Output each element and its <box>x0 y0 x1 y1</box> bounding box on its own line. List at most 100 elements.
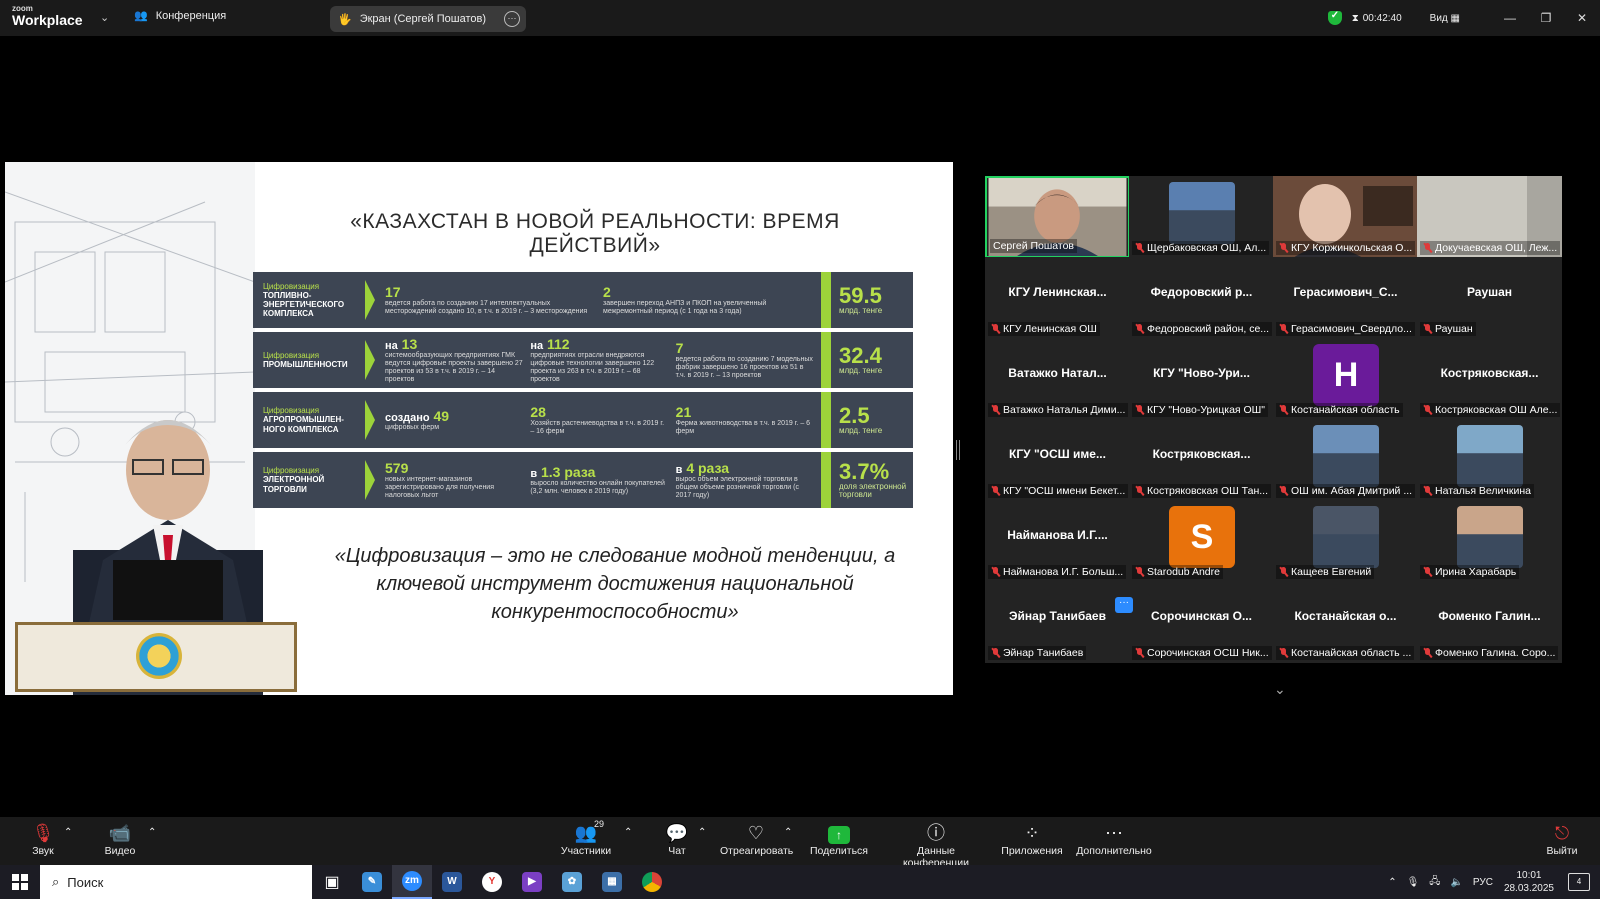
share-button[interactable]: ↑ Поделиться <box>808 821 870 857</box>
cell-figure-prefix: создано <box>385 411 430 424</box>
participant-tile[interactable]: Костряковская... Костряковская ОШ Тан... <box>1129 419 1274 501</box>
encryption-shield-icon[interactable] <box>1327 10 1342 25</box>
volume-icon[interactable]: 🔈 <box>1450 877 1462 888</box>
notepad-app-icon[interactable]: ✎ <box>352 865 392 899</box>
panel-splitter[interactable] <box>956 440 960 460</box>
row-category-prefix: Цифровизация <box>263 281 320 291</box>
react-button[interactable]: ♡ Отреагировать <box>720 821 793 857</box>
meeting-timer[interactable]: 00:42:40 <box>1363 13 1402 24</box>
participant-tile[interactable]: Докучаевская ОШ, Леж... <box>1417 176 1562 258</box>
participants-options-icon[interactable]: ⌃ <box>624 821 632 845</box>
participant-tile[interactable]: Щербаковская ОШ, Ал... <box>1129 176 1274 258</box>
meeting-info-button[interactable]: ⓘ Данные конференции <box>884 821 988 869</box>
row-category: Цифровизация агропромышлен-ного комплекса <box>253 406 365 434</box>
participant-photo <box>1169 182 1235 244</box>
word-app-icon[interactable]: W <box>432 865 472 899</box>
close-icon[interactable]: ✕ <box>1564 11 1600 25</box>
participant-tile[interactable]: Костанайская о... Костанайская область ..… <box>1273 581 1418 663</box>
participant-name: Герасимович_С... <box>1293 285 1398 299</box>
cell-figure-value: 2 <box>603 283 611 300</box>
minimize-icon[interactable]: — <box>1492 11 1528 25</box>
start-button[interactable] <box>0 865 40 899</box>
participant-tile[interactable]: Сорочинская О... Сорочинская ОСШ Ник... <box>1129 581 1274 663</box>
chrome-app-icon[interactable] <box>632 865 672 899</box>
meeting-button[interactable]: 👥 Конференция <box>134 9 226 23</box>
paint-app-icon[interactable]: ✿ <box>552 865 592 899</box>
screen-share-pill[interactable]: 🖐 Экран (Сергей Пошатов) ··· <box>330 6 526 32</box>
participant-label: Кащеев Евгений <box>1276 565 1375 579</box>
media-app-icon[interactable]: ▶ <box>512 865 552 899</box>
participants-button[interactable]: 👥 29 Участники <box>560 819 612 857</box>
participant-tile[interactable]: КГУ Коржинкольская О... <box>1273 176 1418 258</box>
mic-off-icon <box>991 486 1000 496</box>
participant-tile[interactable]: Фоменко Галин... Фоменко Галина. Соро... <box>1417 581 1562 663</box>
clock[interactable]: 10:01 28.03.2025 <box>1504 869 1554 895</box>
more-participants-icon[interactable]: ··· <box>1115 597 1133 613</box>
participant-label-text: Сорочинская ОСШ Ник... <box>1147 647 1269 659</box>
stats-row: Цифровизация агропромышлен-ного комплекса… <box>253 392 913 448</box>
apps-button[interactable]: ⁘ Приложения <box>1000 821 1064 857</box>
participant-tile[interactable]: Раушан Раушан <box>1417 257 1562 339</box>
view-button[interactable]: Вид ▦ <box>1430 13 1460 24</box>
taskbar-search[interactable]: ⌕ Поиск <box>40 865 312 899</box>
video-options-icon[interactable]: ⌃ <box>148 821 156 845</box>
participant-tile[interactable]: Найманова И.Г.... Найманова И.Г. Больш... <box>985 500 1130 582</box>
participant-label: КГУ Ленинская ОШ <box>988 322 1100 336</box>
audio-button[interactable]: 🎙 Звук <box>28 821 58 857</box>
cell-figure: 21 <box>676 404 815 420</box>
react-options-icon[interactable]: ⌃ <box>784 821 792 845</box>
participant-tile[interactable]: Ватажко Натал... Ватажко Наталья Дими... <box>985 338 1130 420</box>
participant-tile[interactable]: H Костанайская область <box>1273 338 1418 420</box>
calculator-app-icon[interactable]: ▦ <box>592 865 632 899</box>
zoom-app-icon[interactable]: zm <box>392 865 432 899</box>
participant-tile[interactable]: S Starodub Andre <box>1129 500 1274 582</box>
chevron-down-icon[interactable]: ⌄ <box>100 11 109 24</box>
more-button[interactable]: ⋯ Дополнительно <box>1076 821 1152 857</box>
participant-label: Щербаковская ОШ, Ал... <box>1132 241 1270 255</box>
chevron-up-icon[interactable]: ⌃ <box>1388 877 1396 888</box>
yandex-browser-icon[interactable]: Y <box>472 865 512 899</box>
participant-tile[interactable]: Федоровский р... Федоровский район, се... <box>1129 257 1274 339</box>
video-button[interactable]: 📹 Видео <box>104 821 136 857</box>
cell-figure-value: 7 <box>675 339 684 356</box>
chevron-down-icon[interactable]: ⌄ <box>1274 681 1286 698</box>
row-cell: на 13 системообразующих предприятиях ГМК … <box>385 336 530 385</box>
language-indicator[interactable]: РУС <box>1473 877 1493 888</box>
cell-text: вырос объем электронной торговли в общем… <box>675 476 799 500</box>
participant-tile[interactable]: Сергей Пошатов <box>985 176 1130 258</box>
cell-figure-value: 49 <box>433 407 450 424</box>
more-options-icon[interactable]: ··· <box>504 11 520 27</box>
participant-label: Герасимович_Свердло... <box>1276 322 1415 336</box>
network-icon[interactable]: 🖧 <box>1429 874 1440 891</box>
cell-text: ведется работа по созданию 7 модельных ф… <box>675 355 813 380</box>
participant-tile[interactable]: Герасимович_С... Герасимович_Свердло... <box>1273 257 1418 339</box>
cell-figure-prefix: в <box>530 467 538 480</box>
stats-row: Цифровизация промышленности на 13 системооб… <box>253 332 913 388</box>
restore-icon[interactable]: ❐ <box>1528 11 1564 25</box>
task-view-icon[interactable]: ▣ <box>312 865 352 899</box>
participant-label: Костанайская область <box>1276 403 1403 417</box>
participant-tile[interactable]: Эйнар Танибаев Эйнар Танибаев <box>985 581 1130 663</box>
participant-tile[interactable]: Ирина Харабарь <box>1417 500 1562 582</box>
participant-tile[interactable]: Кащеев Евгений <box>1273 500 1418 582</box>
chat-options-icon[interactable]: ⌃ <box>698 821 706 845</box>
participant-label: Ирина Харабарь <box>1420 565 1520 579</box>
participant-tile[interactable]: ОШ им. Абая Дмитрий ... <box>1273 419 1418 501</box>
participant-label: КГУ "ОСШ имени Бекет... <box>988 484 1128 498</box>
participant-tile[interactable]: Наталья Величкина <box>1417 419 1562 501</box>
participant-label: Костанайская область ... <box>1276 646 1415 660</box>
participant-tile[interactable]: Костряковская... Костряковская ОШ Але... <box>1417 338 1562 420</box>
microphone-icon[interactable]: 🎙 <box>1407 877 1420 888</box>
chat-button[interactable]: 💬 Чат <box>663 821 691 857</box>
leave-button[interactable]: ⎋ Выйти <box>1546 821 1578 857</box>
row-cell: в 1.3 раза выросло количество онлайн поку… <box>530 464 675 497</box>
participant-tile[interactable]: КГУ "ОСШ име... КГУ "ОСШ имени Бекет... <box>985 419 1130 501</box>
participant-tile[interactable]: КГУ Ленинская... КГУ Ленинская ОШ <box>985 257 1130 339</box>
participant-label-text: КГУ Ленинская ОШ <box>1003 323 1097 335</box>
notifications-icon[interactable]: 4 <box>1568 873 1590 891</box>
audio-options-icon[interactable]: ⌃ <box>64 821 72 845</box>
participant-tile[interactable]: КГУ "Ново-Ури... КГУ "Ново-Урицкая ОШ" <box>1129 338 1274 420</box>
row-total: 59.5 млрд. тенге <box>821 272 913 328</box>
mic-off-icon <box>991 324 1000 334</box>
participant-avatar: H <box>1313 344 1379 406</box>
